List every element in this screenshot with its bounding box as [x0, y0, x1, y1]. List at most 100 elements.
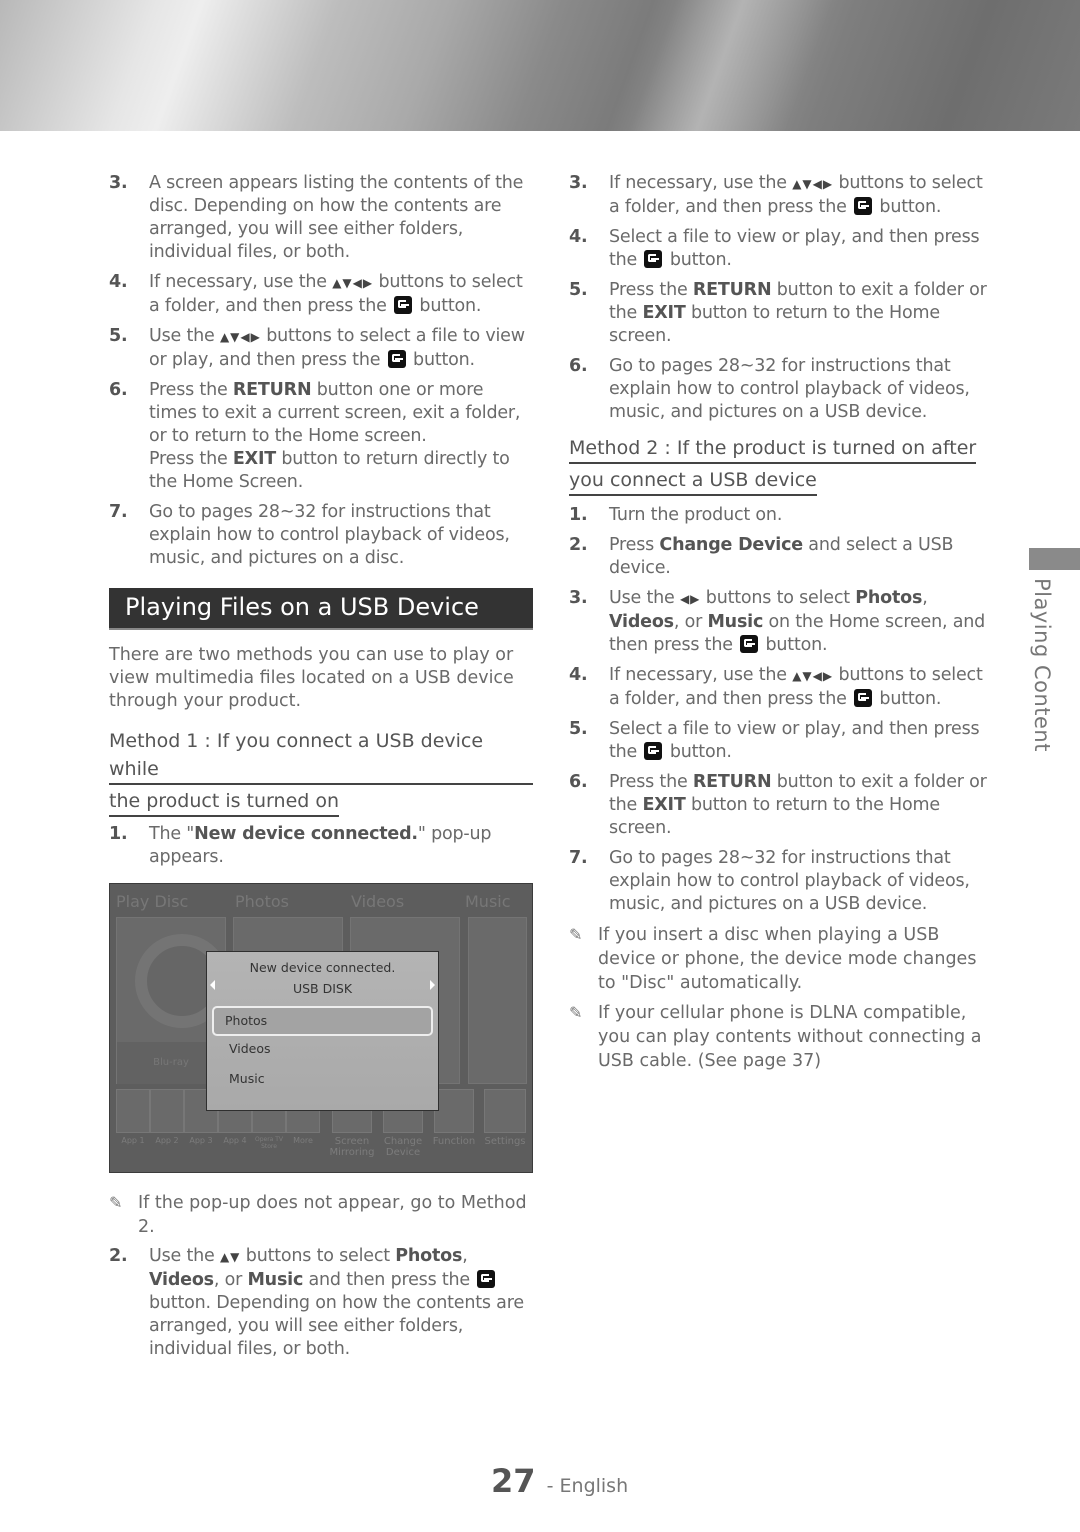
- button-name: EXIT: [642, 795, 686, 815]
- step-number: 5.: [569, 280, 588, 300]
- step-text: Go to pages 28~32 for instructions that …: [609, 848, 970, 914]
- chapter-tab-marker: [1029, 548, 1080, 570]
- step-item: 3. A screen appears listing the contents …: [109, 172, 533, 264]
- pencil-note-icon: ✎: [109, 1193, 123, 1212]
- step-item: 6. Press the RETURN button one or more ti…: [109, 379, 533, 494]
- direction-arrows-icon: ▲▼◀▶: [792, 177, 834, 191]
- button-name: Videos: [149, 1270, 214, 1290]
- step-item: 6. Press the RETURN button to exit a fold…: [569, 771, 993, 840]
- header-banner: [0, 0, 1080, 131]
- tv-home-screenshot: Play Disc Photos Videos Music Blu-ray Ap…: [109, 883, 533, 1173]
- tv-fn-label: Function: [432, 1136, 476, 1147]
- section-title: Playing Files on a USB Device: [109, 588, 533, 630]
- method1-step1: 1. The "New device connected." pop-up app…: [109, 823, 533, 869]
- enter-button-icon: [740, 635, 759, 653]
- popup-left-arrow-icon: [210, 980, 215, 990]
- enter-button-icon: [644, 742, 663, 760]
- method2-heading-line2: you connect a USB device: [569, 466, 817, 496]
- button-name: EXIT: [232, 449, 277, 469]
- enter-button-icon: [477, 1270, 496, 1288]
- popup-option-videos: Videos: [229, 1041, 271, 1056]
- page-number: 27: [491, 1462, 536, 1500]
- tv-category-music: Music: [465, 892, 511, 911]
- button-name: Music: [707, 612, 764, 632]
- popup-option-photos: Photos: [212, 1006, 433, 1036]
- tv-fn-settings: [484, 1089, 526, 1133]
- disc-steps-list: 3. A screen appears listing the contents …: [109, 172, 533, 570]
- tv-app-label: Opera TV Store: [254, 1136, 284, 1150]
- tv-fn-function: [434, 1089, 474, 1133]
- step-text: Press the RETURN button to exit a folder…: [609, 280, 987, 346]
- notes-list: ✎ If you insert a disc when playing a USB…: [569, 923, 993, 1073]
- usb-steps-continued: 3. If necessary, use the ▲▼◀▶ buttons to …: [569, 172, 993, 424]
- step-item: 5. Select a file to view or play, and the…: [569, 718, 993, 764]
- step-text: Use the ▲▼ buttons to select Photos, Vid…: [149, 1246, 524, 1359]
- tv-fn-label: Settings: [484, 1136, 526, 1147]
- new-device-popup: New device connected. USB DISK Photos Vi…: [206, 951, 439, 1111]
- tv-app-label: App 2: [155, 1136, 179, 1145]
- step-number: 3.: [109, 173, 128, 193]
- step-number: 2.: [109, 1246, 128, 1266]
- step-text: Press the RETURN button to exit a folder…: [609, 772, 987, 838]
- step-text: Turn the product on.: [609, 505, 783, 525]
- step-item: 3. Use the ◀▶ buttons to select Photos, V…: [569, 587, 993, 657]
- page-language: - English: [546, 1475, 629, 1497]
- pencil-note-icon: ✎: [569, 1003, 583, 1022]
- button-name: RETURN: [232, 380, 312, 400]
- note-text: If the pop-up does not appear, go to Met…: [138, 1193, 527, 1237]
- pencil-note-icon: ✎: [569, 925, 583, 944]
- tv-fn-label: Change Device: [383, 1136, 423, 1158]
- button-name: Photos: [855, 588, 923, 608]
- popup-right-arrow-icon: [430, 980, 435, 990]
- direction-arrows-icon: ▲▼: [219, 1250, 241, 1264]
- tv-category-photos: Photos: [235, 892, 289, 911]
- step-number: 4.: [569, 227, 588, 247]
- button-name: Change Device: [659, 535, 803, 555]
- step-item: 2. Press Change Device and select a USB d…: [569, 534, 993, 580]
- method2-steps-list: 1. Turn the product on. 2. Press Change Dev…: [569, 504, 993, 916]
- step-text: A screen appears listing the contents of…: [149, 173, 524, 262]
- step-item: 1. The "New device connected." pop-up app…: [109, 823, 533, 869]
- step-item: 3. If necessary, use the ▲▼◀▶ buttons to …: [569, 172, 993, 219]
- method1-heading-line2: the product is turned on: [109, 787, 340, 817]
- tv-fn-label: Screen Mirroring: [329, 1136, 375, 1158]
- direction-arrows-icon: ◀▶: [679, 592, 701, 606]
- direction-arrows-icon: ▲▼◀▶: [219, 330, 261, 344]
- section-intro: There are two methods you can use to pla…: [109, 645, 514, 711]
- popup-device-name: USB DISK: [292, 981, 353, 996]
- enter-button-icon: [854, 197, 873, 215]
- step-number: 3.: [569, 588, 588, 608]
- tv-app-2: [150, 1089, 184, 1133]
- step-text: Go to pages 28~32 for instructions that …: [609, 356, 970, 422]
- enter-button-icon: [394, 296, 413, 314]
- direction-arrows-icon: ▲▼◀▶: [332, 276, 374, 290]
- enter-button-icon: [387, 350, 406, 368]
- step-number: 4.: [109, 272, 128, 292]
- note-text: If your cellular phone is DLNA compatibl…: [598, 1003, 982, 1071]
- popup-option-music: Music: [229, 1071, 265, 1086]
- step-text: If necessary, use the ▲▼◀▶ buttons to se…: [609, 665, 983, 709]
- step-item: 4. If necessary, use the ▲▼◀▶ buttons to …: [109, 271, 533, 318]
- popup-title: New device connected.: [249, 960, 396, 975]
- tv-app-label: App 4: [223, 1136, 247, 1145]
- step-number: 2.: [569, 535, 588, 555]
- step-item: 2. Use the ▲▼ buttons to select Photos, V…: [109, 1245, 533, 1361]
- page-footer: 27 - English: [491, 1462, 628, 1500]
- step-item: 1. Turn the product on.: [569, 504, 993, 527]
- button-name: Music: [247, 1270, 304, 1290]
- method1-heading: Method 1 : If you connect a USB device w…: [109, 727, 533, 817]
- step-number: 5.: [109, 326, 128, 346]
- button-name: EXIT: [642, 303, 686, 323]
- note-text: If you insert a disc when playing a USB …: [598, 925, 977, 993]
- note-popup-missing: ✎ If the pop-up does not appear, go to M…: [109, 1191, 533, 1239]
- button-name: RETURN: [692, 280, 772, 300]
- step-item: 4. Select a file to view or play, and the…: [569, 226, 993, 272]
- step-number: 6.: [569, 772, 588, 792]
- step-text: Use the ◀▶ buttons to select Photos, Vid…: [609, 588, 986, 655]
- tv-app-label: App 3: [189, 1136, 213, 1145]
- step-text: Use the ▲▼◀▶ buttons to select a file to…: [149, 326, 525, 370]
- chapter-tab-label: Playing Content: [1030, 578, 1054, 752]
- step-number: 7.: [569, 848, 588, 868]
- step-number: 7.: [109, 502, 128, 522]
- step-item: 5. Use the ▲▼◀▶ buttons to select a file …: [109, 325, 533, 372]
